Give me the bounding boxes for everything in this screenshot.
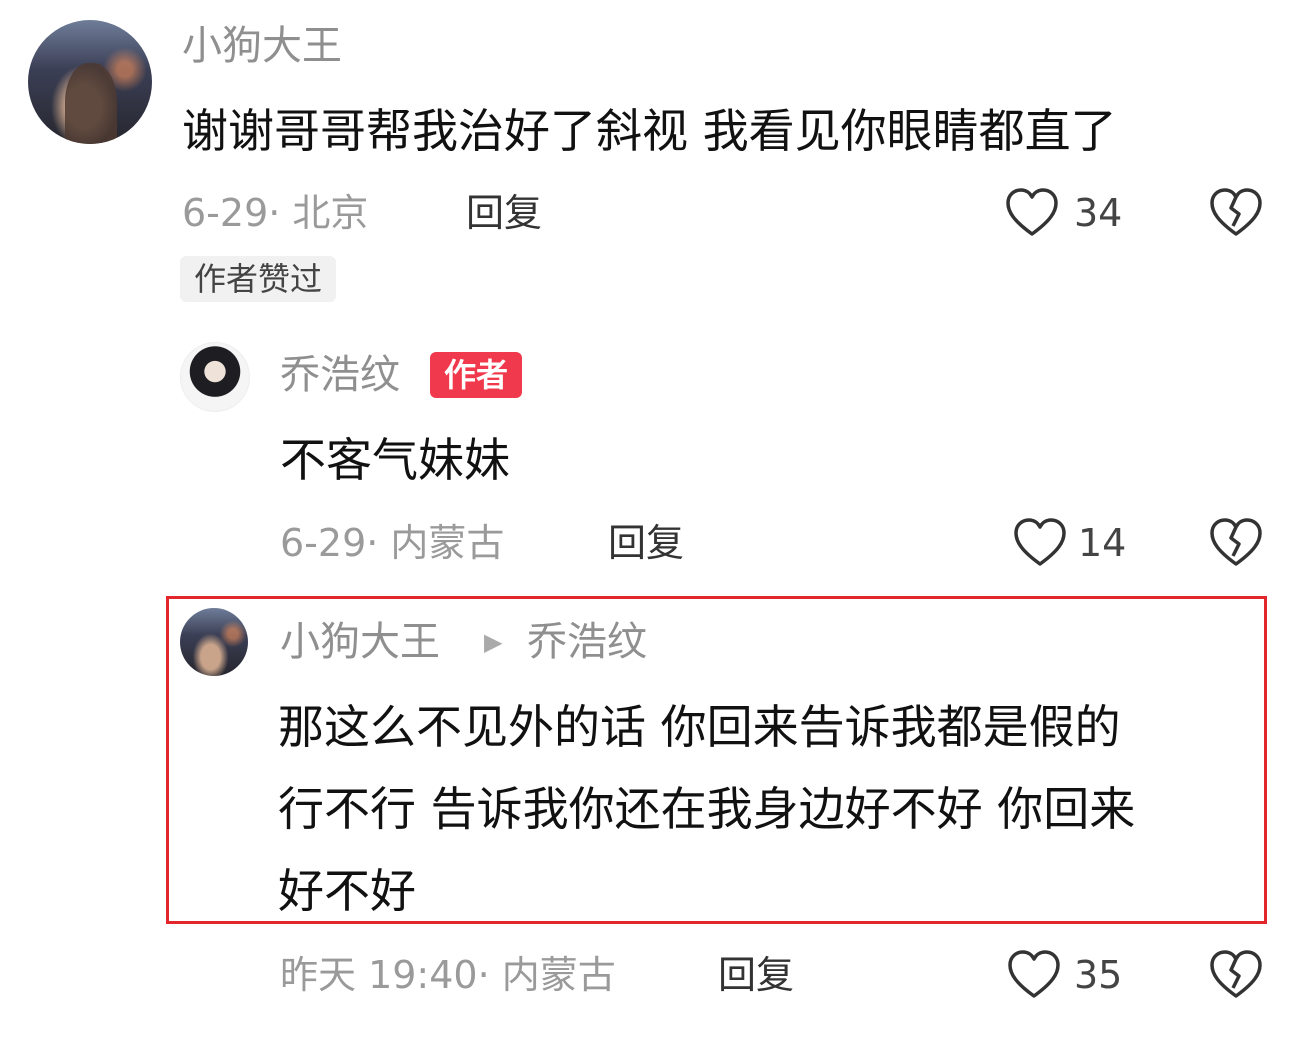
sub-reply-username[interactable]: 小狗大王: [280, 618, 440, 666]
sub-reply-line: 好不好: [278, 864, 416, 918]
like-count: 14: [1078, 521, 1127, 565]
like-count: 34: [1074, 191, 1123, 235]
reply-username[interactable]: 乔浩纹: [280, 351, 400, 399]
reply-button[interactable]: 回复: [608, 520, 684, 566]
heart-outline-icon[interactable]: [1004, 186, 1060, 240]
broken-heart-icon[interactable]: [1208, 186, 1264, 240]
broken-heart-icon[interactable]: [1208, 516, 1264, 570]
heart-outline-icon[interactable]: [1006, 948, 1062, 1002]
sub-reply-meta: 昨天 19:40· 内蒙古: [280, 953, 616, 997]
avatar[interactable]: [180, 608, 248, 676]
reply-meta: 6-29· 内蒙古: [280, 521, 505, 565]
comment-username[interactable]: 小狗大王: [182, 22, 342, 70]
reply-to-username[interactable]: 乔浩纹: [527, 618, 647, 666]
avatar[interactable]: [28, 20, 152, 144]
heart-outline-icon[interactable]: [1012, 516, 1068, 570]
reply-button[interactable]: 回复: [466, 190, 542, 236]
reply-button[interactable]: 回复: [718, 952, 794, 998]
sub-reply-line: 那这么不见外的话 你回来告诉我都是假的: [278, 700, 1121, 754]
broken-heart-icon[interactable]: [1208, 948, 1264, 1002]
reply-text: 不客气妹妹: [280, 433, 510, 487]
comment-meta: 6-29· 北京: [182, 191, 369, 235]
avatar[interactable]: [180, 342, 250, 412]
like-count: 35: [1074, 953, 1123, 997]
author-badge: 作者: [430, 352, 523, 398]
right-triangle-icon: ▶: [484, 628, 503, 656]
author-liked-tag: 作者赞过: [180, 256, 337, 302]
sub-reply-line: 行不行 告诉我你还在我身边好不好 你回来: [278, 782, 1136, 836]
comment-text: 谢谢哥哥帮我治好了斜视 我看见你眼睛都直了: [182, 104, 1117, 158]
